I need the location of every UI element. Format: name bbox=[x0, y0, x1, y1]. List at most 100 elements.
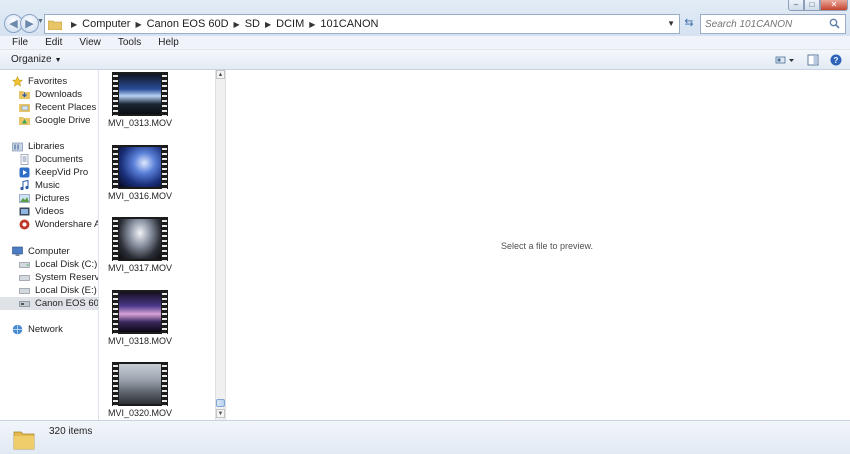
video-frame bbox=[119, 74, 161, 114]
breadcrumb-computer[interactable]: Computer ▶ bbox=[82, 18, 146, 30]
pictures-icon bbox=[19, 194, 30, 203]
view-options-icon[interactable] bbox=[775, 54, 795, 66]
file-name[interactable]: MVI_0317.MOV bbox=[99, 263, 181, 273]
details-pane: 320 items bbox=[0, 420, 850, 454]
maximize-button[interactable]: □ bbox=[804, 0, 820, 11]
wondershare-icon bbox=[19, 219, 30, 230]
file-list: MVI_0313.MOV MVI_0316.MOV MVI_0317.MOV M… bbox=[99, 70, 215, 420]
preview-pane-icon[interactable] bbox=[807, 54, 819, 66]
svg-text:?: ? bbox=[834, 56, 839, 65]
nav-item-downloads[interactable]: Downloads bbox=[0, 88, 98, 101]
video-frame bbox=[119, 292, 161, 332]
film-strip bbox=[162, 72, 167, 116]
videos-icon bbox=[19, 207, 30, 216]
nav-item-recent-places[interactable]: Recent Places bbox=[0, 101, 98, 114]
folder-icon bbox=[13, 431, 35, 450]
nav-item-google-drive[interactable]: Google Drive bbox=[0, 114, 98, 127]
keepvid-icon bbox=[19, 167, 30, 178]
menu-help[interactable]: Help bbox=[152, 37, 179, 48]
nav-item-system-reserved[interactable]: System Reserved (D: bbox=[0, 271, 98, 284]
navigation-pane: Favorites Downloads Recent Places Google… bbox=[0, 70, 99, 420]
nav-item-music[interactable]: Music bbox=[0, 179, 98, 192]
nav-libraries-label: Libraries bbox=[28, 141, 65, 152]
film-strip bbox=[113, 72, 118, 116]
command-bar: Organize ▼ ? bbox=[0, 50, 850, 70]
minimize-button[interactable]: – bbox=[788, 0, 804, 11]
search-input[interactable] bbox=[705, 18, 823, 30]
chevron-down-icon: ▼ bbox=[54, 57, 62, 64]
preview-pane: Select a file to preview. bbox=[226, 70, 850, 420]
file-thumbnail[interactable] bbox=[112, 145, 168, 189]
address-dropdown-icon[interactable]: ▼ bbox=[667, 19, 675, 28]
search-icon[interactable] bbox=[829, 18, 840, 29]
breadcrumb-101canon[interactable]: 101CANON bbox=[320, 18, 378, 30]
refresh-icon[interactable]: ⇆ bbox=[682, 16, 696, 30]
address-box[interactable]: ▶ Computer ▶ Canon EOS 60D ▶ SD ▶ DCIM ▶ 101… bbox=[44, 14, 680, 34]
nav-computer[interactable]: Computer bbox=[0, 245, 98, 258]
nav-item-documents[interactable]: Documents bbox=[0, 153, 98, 166]
nav-item-local-disk-e[interactable]: Local Disk (E:) bbox=[0, 284, 98, 297]
nav-item-canon-eos-60d[interactable]: Canon EOS 60D bbox=[0, 297, 98, 310]
computer-icon bbox=[12, 246, 23, 256]
recent-pages-arrow[interactable]: ▼ bbox=[37, 18, 44, 25]
nav-favorites-label: Favorites bbox=[28, 76, 68, 87]
folder-icon bbox=[48, 20, 62, 30]
menu-file[interactable]: File bbox=[6, 37, 28, 48]
menu-tools[interactable]: Tools bbox=[112, 37, 141, 48]
nav-libraries[interactable]: Libraries bbox=[0, 140, 98, 153]
vertical-scrollbar[interactable]: ▲ ▼ bbox=[215, 70, 226, 420]
scroll-down-button[interactable]: ▼ bbox=[216, 409, 225, 418]
nav-item-keepvid-pro[interactable]: KeepVid Pro bbox=[0, 166, 98, 179]
close-button[interactable]: ✕ bbox=[820, 0, 848, 11]
help-icon[interactable]: ? bbox=[830, 54, 842, 66]
film-strip bbox=[113, 290, 118, 334]
file-name[interactable]: MVI_0318.MOV bbox=[99, 336, 181, 346]
network-icon bbox=[12, 324, 23, 335]
recent-places-icon bbox=[19, 104, 30, 112]
scroll-up-button[interactable]: ▲ bbox=[216, 70, 225, 79]
breadcrumb-dcim[interactable]: DCIM ▶ bbox=[276, 18, 320, 30]
music-icon bbox=[20, 180, 29, 191]
film-strip bbox=[113, 145, 118, 189]
file-thumbnail[interactable] bbox=[112, 72, 168, 116]
video-frame bbox=[119, 219, 161, 259]
scroll-thumb[interactable] bbox=[216, 399, 225, 407]
menu-bar: File Edit View Tools Help bbox=[0, 36, 850, 50]
preview-message: Select a file to preview. bbox=[501, 241, 594, 251]
file-thumbnail[interactable] bbox=[112, 290, 168, 334]
drive-icon bbox=[19, 262, 30, 268]
organize-button[interactable]: Organize ▼ bbox=[11, 54, 62, 65]
drive-icon bbox=[19, 288, 30, 294]
film-strip bbox=[113, 217, 118, 261]
address-bar-area: ◀ ▶ ▼ ▶ Computer ▶ Canon EOS 60D ▶ SD ▶ DCI… bbox=[0, 0, 850, 36]
nav-item-wondershare[interactable]: Wondershare AllMy bbox=[0, 218, 98, 231]
video-frame bbox=[119, 147, 161, 187]
documents-icon bbox=[20, 154, 29, 165]
item-count: 320 items bbox=[49, 426, 93, 437]
film-strip bbox=[113, 362, 118, 406]
nav-item-local-disk-c[interactable]: Local Disk (C:) bbox=[0, 258, 98, 271]
nav-network-label: Network bbox=[28, 324, 63, 335]
nav-computer-label: Computer bbox=[28, 246, 70, 257]
film-strip bbox=[162, 145, 167, 189]
search-box[interactable] bbox=[700, 14, 846, 34]
nav-item-videos[interactable]: Videos bbox=[0, 205, 98, 218]
file-name[interactable]: MVI_0316.MOV bbox=[99, 191, 181, 201]
menu-view[interactable]: View bbox=[73, 37, 101, 48]
nav-item-pictures[interactable]: Pictures bbox=[0, 192, 98, 205]
google-drive-icon bbox=[19, 117, 30, 125]
nav-favorites[interactable]: Favorites bbox=[0, 75, 98, 88]
file-name[interactable]: MVI_0320.MOV bbox=[99, 408, 181, 418]
drive-icon bbox=[19, 275, 30, 281]
film-strip bbox=[162, 362, 167, 406]
film-strip bbox=[162, 217, 167, 261]
nav-network[interactable]: Network bbox=[0, 323, 98, 336]
video-frame bbox=[119, 364, 161, 404]
menu-edit[interactable]: Edit bbox=[39, 37, 62, 48]
breadcrumb-sd[interactable]: SD ▶ bbox=[245, 18, 276, 30]
file-name[interactable]: MVI_0313.MOV bbox=[99, 118, 181, 128]
file-thumbnail[interactable] bbox=[112, 362, 168, 406]
film-strip bbox=[162, 290, 167, 334]
breadcrumb-canon[interactable]: Canon EOS 60D ▶ bbox=[147, 18, 245, 30]
file-thumbnail[interactable] bbox=[112, 217, 168, 261]
